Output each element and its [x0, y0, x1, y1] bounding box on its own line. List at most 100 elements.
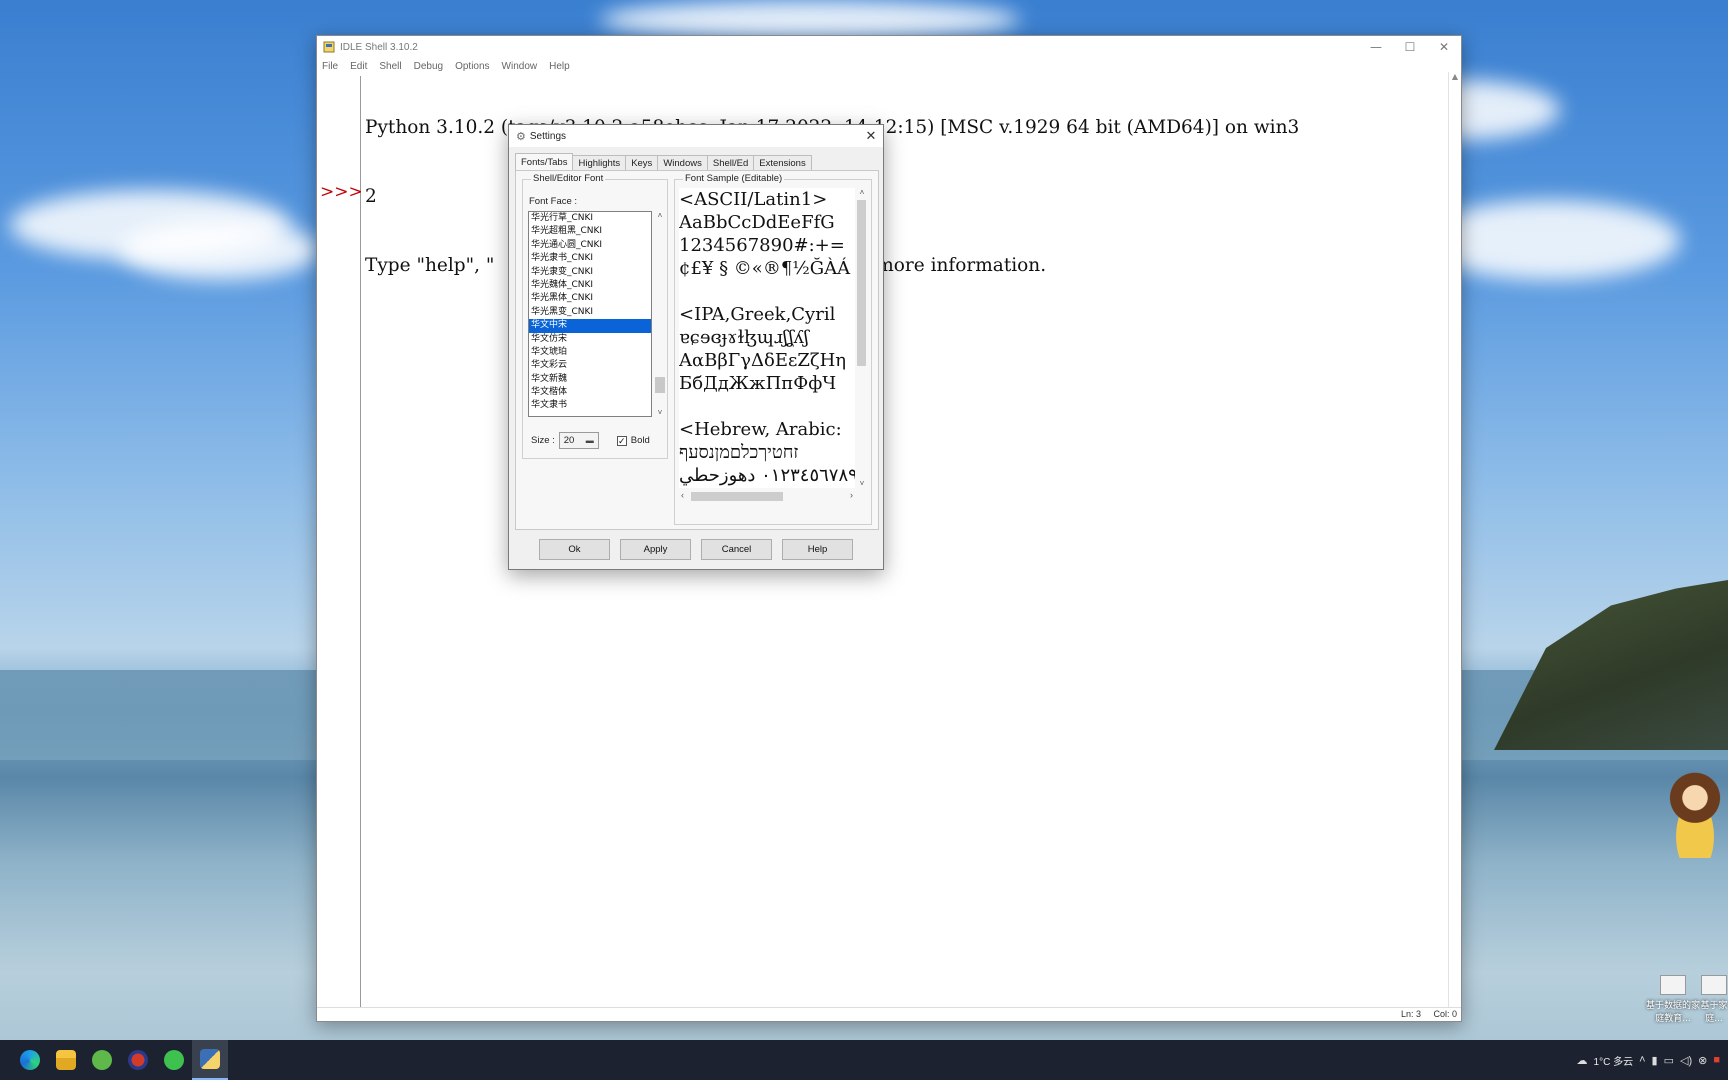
sample-blank — [679, 280, 855, 303]
weather-icon[interactable]: ☁ — [1577, 1054, 1588, 1067]
font-face-list[interactable]: 华光行草_CNKI 华光超粗黑_CNKI 华光通心圆_CNKI 华光隶书_CNK… — [528, 211, 652, 417]
ok-button[interactable]: Ok — [539, 539, 610, 560]
scroll-thumb[interactable] — [691, 492, 783, 501]
tab-fonts-tabs[interactable]: Fonts/Tabs — [515, 153, 574, 170]
scroll-thumb[interactable] — [655, 377, 665, 393]
scroll-up-icon[interactable]: ▲ — [1449, 72, 1461, 81]
column-indicator: Col: 0 — [1433, 1009, 1457, 1019]
font-list-item[interactable]: 华文新魏 — [529, 373, 651, 386]
system-tray: ☁ 1°C 多云 ˄ ▮ ▭ ◁) ⊗ ■ — [1577, 1040, 1720, 1080]
sample-line: ΑαΒβΓγΔδΕεΖζΗη — [679, 350, 847, 371]
taskbar: ☁ 1°C 多云 ˄ ▮ ▭ ◁) ⊗ ■ — [0, 1040, 1728, 1080]
weather-text[interactable]: 1°C 多云 — [1594, 1053, 1634, 1068]
shell-editor-font-group: Shell/Editor Font Font Face : 华光行草_CNKI … — [522, 173, 668, 459]
dialog-close-button[interactable]: ✕ — [863, 128, 879, 144]
font-list-item[interactable]: 华光黑变_CNKI — [529, 306, 651, 319]
app-green-icon[interactable] — [84, 1040, 120, 1080]
scroll-thumb[interactable] — [857, 200, 866, 366]
dialog-buttons: Ok Apply Cancel Help — [509, 539, 883, 560]
notification-icon[interactable]: ⊗ — [1698, 1054, 1707, 1067]
font-list-item[interactable]: 华光隶书_CNKI — [529, 252, 651, 265]
scroll-up-icon[interactable]: ˄ — [856, 188, 868, 197]
font-sample-text[interactable]: <ASCII/Latin1> AaBbCcDdEeFfG 1234567890#… — [679, 188, 855, 488]
apply-button[interactable]: Apply — [620, 539, 691, 560]
font-face-label: Font Face : — [529, 196, 578, 207]
settings-tabs: Fonts/Tabs Highlights Keys Windows Shell… — [515, 153, 812, 170]
cloud — [600, 0, 1020, 40]
document-icon — [1660, 975, 1686, 995]
scroll-right-icon[interactable]: › — [850, 490, 853, 500]
scroll-down-icon[interactable]: ˅ — [856, 479, 868, 488]
chevron-up-icon[interactable]: ˄ — [1639, 1054, 1645, 1066]
font-list-item[interactable]: 华光通心圆_CNKI — [529, 239, 651, 252]
sample-vertical-scrollbar[interactable]: ˄ ˅ — [856, 188, 868, 488]
microphone-icon[interactable]: ▮ — [1652, 1054, 1658, 1067]
font-list-item[interactable]: 华文隶书 — [529, 399, 651, 412]
window-title: IDLE Shell 3.10.2 — [340, 41, 418, 53]
font-list-item[interactable]: 华光隶变_CNKI — [529, 266, 651, 279]
settings-icon: ⚙ — [516, 130, 526, 143]
help-button[interactable]: Help — [782, 539, 853, 560]
prompt-gutter — [317, 76, 361, 1007]
size-dropdown[interactable]: 20 ▬ — [558, 432, 599, 449]
desktop-file-label: 基于数据的家庭教育... — [1645, 1001, 1700, 1024]
line-indicator: Ln: 3 — [1400, 1009, 1421, 1019]
font-list-item[interactable]: 华文琥珀 — [529, 346, 651, 359]
font-list-item[interactable]: 华文彩云 — [529, 359, 651, 372]
idle-python-icon[interactable] — [192, 1040, 228, 1080]
volume-icon[interactable]: ◁) — [1680, 1054, 1692, 1067]
app-red-icon[interactable] — [120, 1040, 156, 1080]
tab-highlights[interactable]: Highlights — [572, 155, 627, 170]
document-icon — [1701, 975, 1727, 995]
font-list-scrollbar[interactable]: ˄ ˅ — [654, 211, 666, 417]
cloud — [120, 220, 320, 280]
minimize-button[interactable]: — — [1359, 36, 1393, 58]
font-list-item[interactable]: 华光魏体_CNKI — [529, 279, 651, 292]
sample-line: ¢£¥ § ©«®¶½ĞÀÁ — [679, 258, 851, 279]
font-list-item[interactable]: 华光黑体_CNKI — [529, 292, 651, 305]
cancel-button[interactable]: Cancel — [701, 539, 772, 560]
dropdown-icon: ▬ — [585, 436, 594, 445]
wechat-icon[interactable] — [156, 1040, 192, 1080]
menu-file[interactable]: File — [322, 61, 338, 72]
edge-icon[interactable] — [12, 1040, 48, 1080]
sample-line: ɐɕɘɞɟɤɫɮɰɹʃʆʎʃ — [679, 327, 809, 348]
shell-scrollbar[interactable]: ▲ — [1448, 72, 1461, 1007]
desktop-mascot[interactable] — [1662, 772, 1728, 858]
scroll-left-icon[interactable]: ‹ — [681, 490, 684, 500]
size-label: Size : — [531, 435, 555, 446]
file-explorer-icon[interactable] — [48, 1040, 84, 1080]
size-row: Size : 20 ▬ ✓ Bold — [531, 432, 650, 449]
idle-shell-window: IDLE Shell 3.10.2 — ☐ ✕ File Edit Shell … — [316, 35, 1462, 1022]
network-icon[interactable]: ▭ — [1664, 1054, 1674, 1067]
font-list-item[interactable]: 华光行草_CNKI — [529, 212, 651, 225]
title-bar[interactable]: IDLE Shell 3.10.2 — ☐ ✕ — [317, 36, 1461, 58]
fonts-tabs-panel: Shell/Editor Font Font Face : 华光行草_CNKI … — [515, 170, 879, 530]
tab-windows[interactable]: Windows — [657, 155, 708, 170]
tab-keys[interactable]: Keys — [625, 155, 659, 170]
font-list-item-selected[interactable]: 华文中宋 — [529, 319, 651, 333]
dialog-title: Settings — [529, 130, 567, 142]
sample-line: 1234567890#:+= — [679, 235, 845, 256]
close-button[interactable]: ✕ — [1427, 36, 1461, 58]
app-tray-icon[interactable]: ■ — [1713, 1054, 1720, 1066]
sample-horizontal-scrollbar[interactable]: ‹ › — [679, 490, 855, 502]
scroll-up-icon[interactable]: ˄ — [654, 211, 666, 220]
bold-checkbox[interactable]: ✓ — [616, 435, 627, 446]
maximize-button[interactable]: ☐ — [1393, 36, 1427, 58]
scroll-down-icon[interactable]: ˅ — [654, 408, 666, 417]
font-list-item[interactable]: 华光超粗黑_CNKI — [529, 225, 651, 238]
sample-blank — [679, 395, 855, 418]
font-list-item[interactable]: 华文楷体 — [529, 386, 651, 399]
sample-line: <Hebrew, Arabic: — [679, 419, 842, 440]
dialog-title-bar[interactable]: ⚙ Settings — [509, 125, 883, 147]
bold-label: Bold — [630, 435, 650, 446]
tab-shell-ed[interactable]: Shell/Ed — [706, 155, 755, 170]
desktop-file-icon[interactable]: 基于数据的家庭教育... — [1645, 975, 1701, 1024]
sample-line: БбДдЖжПпФфЧ — [679, 373, 837, 394]
group-legend: Font Sample (Editable) — [683, 173, 785, 184]
tab-extensions[interactable]: Extensions — [753, 155, 812, 170]
font-list-item[interactable]: 华文仿宋 — [529, 333, 651, 346]
group-legend: Shell/Editor Font — [531, 173, 606, 184]
desktop-file-icon[interactable]: 基于家庭... — [1700, 975, 1728, 1024]
